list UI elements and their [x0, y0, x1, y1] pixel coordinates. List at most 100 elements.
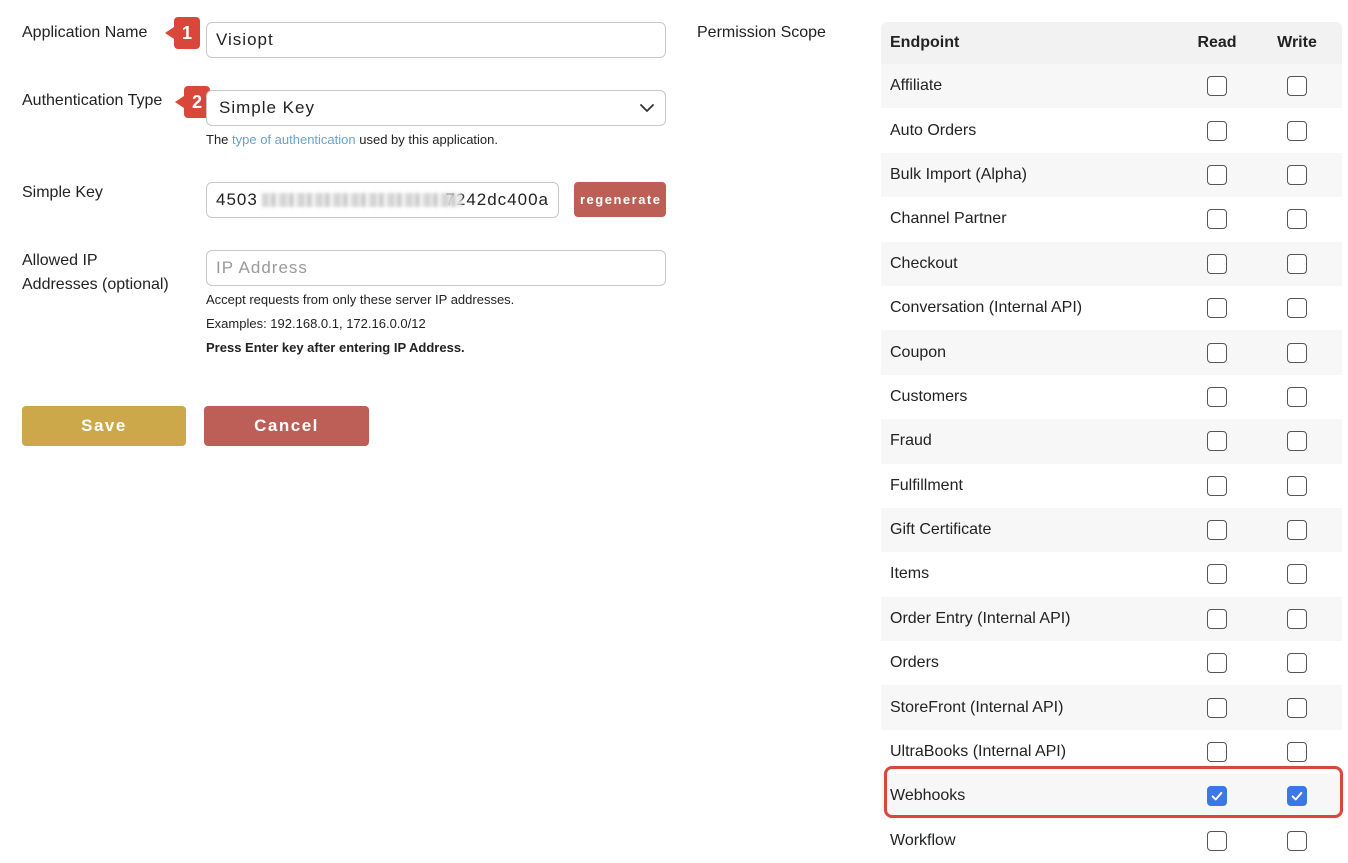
- write-checkbox[interactable]: [1287, 342, 1307, 363]
- header-endpoint: Endpoint: [890, 34, 960, 51]
- read-checkbox[interactable]: [1207, 564, 1227, 585]
- write-cell: [1257, 120, 1337, 141]
- write-checkbox[interactable]: [1287, 431, 1307, 452]
- auth-type-value: Simple Key: [219, 98, 315, 117]
- write-checkbox[interactable]: [1287, 830, 1307, 851]
- simple-key-prefix: 4503: [216, 190, 258, 209]
- read-cell: [1177, 209, 1257, 230]
- write-cell: [1257, 742, 1337, 763]
- endpoint-name: Affiliate: [890, 77, 943, 95]
- endpoint-name: Conversation (Internal API): [890, 299, 1083, 317]
- endpoint-name: Customers: [890, 387, 968, 405]
- endpoint-name: UltraBooks (Internal API): [890, 743, 1067, 761]
- regenerate-button[interactable]: regenerate: [574, 182, 666, 217]
- annotation-badge-1: 1: [165, 17, 200, 49]
- permission-scope-label: Permission Scope: [697, 24, 826, 41]
- read-checkbox[interactable]: [1207, 742, 1227, 763]
- read-cell: [1177, 786, 1257, 807]
- write-checkbox[interactable]: [1287, 120, 1307, 141]
- read-cell: [1177, 386, 1257, 407]
- read-checkbox[interactable]: [1207, 209, 1227, 230]
- write-cell: [1257, 298, 1337, 319]
- write-checkbox[interactable]: [1287, 786, 1307, 807]
- write-checkbox[interactable]: [1287, 253, 1307, 274]
- table-row: Order Entry (Internal API): [881, 596, 1342, 642]
- read-checkbox[interactable]: [1207, 76, 1227, 97]
- endpoint-name: Checkout: [890, 254, 958, 272]
- read-checkbox[interactable]: [1207, 120, 1227, 141]
- endpoint-name: Gift Certificate: [890, 521, 992, 539]
- header-write: Write: [1277, 34, 1317, 51]
- read-checkbox[interactable]: [1207, 608, 1227, 629]
- write-checkbox[interactable]: [1287, 564, 1307, 585]
- read-cell: [1177, 120, 1257, 141]
- auth-help-prefix: The: [206, 132, 229, 147]
- write-cell: [1257, 386, 1337, 407]
- read-checkbox[interactable]: [1207, 830, 1227, 851]
- chevron-down-icon: [640, 104, 654, 112]
- table-row: Auto Orders: [881, 108, 1342, 153]
- simple-key-input[interactable]: 4503 7242dc400a: [206, 182, 559, 218]
- table-row: Items: [881, 552, 1342, 597]
- write-checkbox[interactable]: [1287, 608, 1307, 629]
- write-checkbox[interactable]: [1287, 164, 1307, 185]
- table-row: Customers: [881, 374, 1342, 420]
- read-cell: [1177, 76, 1257, 97]
- allowed-ip-label: Allowed IP Addresses (optional): [22, 249, 169, 297]
- write-checkbox[interactable]: [1287, 520, 1307, 541]
- read-checkbox[interactable]: [1207, 786, 1227, 807]
- auth-type-select[interactable]: Simple Key: [206, 90, 666, 126]
- read-checkbox[interactable]: [1207, 164, 1227, 185]
- table-row: Orders: [881, 641, 1342, 686]
- simple-key-redacted: [258, 193, 462, 207]
- read-cell: [1177, 342, 1257, 363]
- write-cell: [1257, 653, 1337, 674]
- read-cell: [1177, 298, 1257, 319]
- endpoint-name: Channel Partner: [890, 210, 1007, 228]
- write-checkbox[interactable]: [1287, 697, 1307, 718]
- write-cell: [1257, 475, 1337, 496]
- auth-help-suffix: used by this application.: [359, 132, 499, 147]
- read-checkbox[interactable]: [1207, 298, 1227, 319]
- write-cell: [1257, 697, 1337, 718]
- save-button[interactable]: Save: [22, 406, 186, 446]
- ip-help-1: Accept requests from only these server I…: [206, 292, 515, 307]
- read-checkbox[interactable]: [1207, 520, 1227, 541]
- write-cell: [1257, 76, 1337, 97]
- write-checkbox[interactable]: [1287, 209, 1307, 230]
- read-checkbox[interactable]: [1207, 342, 1227, 363]
- table-row: Bulk Import (Alpha): [881, 152, 1342, 198]
- write-checkbox[interactable]: [1287, 475, 1307, 496]
- read-checkbox[interactable]: [1207, 475, 1227, 496]
- write-checkbox[interactable]: [1287, 298, 1307, 319]
- write-checkbox[interactable]: [1287, 76, 1307, 97]
- endpoint-name: Fraud: [890, 432, 932, 450]
- auth-type-help: The type of authentication used by this …: [206, 128, 498, 152]
- read-cell: [1177, 697, 1257, 718]
- permission-table: Endpoint Read Write Affiliate Auto Orders…: [881, 22, 1342, 863]
- read-checkbox[interactable]: [1207, 653, 1227, 674]
- table-row: Webhooks: [881, 774, 1342, 819]
- read-checkbox[interactable]: [1207, 431, 1227, 452]
- write-checkbox[interactable]: [1287, 742, 1307, 763]
- permission-table-header: Endpoint Read Write: [881, 22, 1342, 64]
- write-checkbox[interactable]: [1287, 653, 1307, 674]
- read-checkbox[interactable]: [1207, 253, 1227, 274]
- auth-type-help-link[interactable]: type of authentication: [232, 132, 356, 147]
- table-row: Fulfillment: [881, 463, 1342, 508]
- endpoint-name: Orders: [890, 654, 939, 672]
- read-checkbox[interactable]: [1207, 697, 1227, 718]
- table-row: Coupon: [881, 330, 1342, 375]
- write-cell: [1257, 608, 1337, 629]
- permission-table-body: Affiliate Auto Orders Bulk Import (Alpha) C…: [881, 64, 1342, 863]
- app-name-input[interactable]: [206, 22, 666, 58]
- write-checkbox[interactable]: [1287, 386, 1307, 407]
- read-checkbox[interactable]: [1207, 386, 1227, 407]
- ip-address-input[interactable]: [206, 250, 666, 286]
- table-row: Fraud: [881, 419, 1342, 464]
- auth-type-label: Authentication Type: [22, 92, 163, 109]
- read-cell: [1177, 653, 1257, 674]
- read-cell: [1177, 608, 1257, 629]
- endpoint-name: Order Entry (Internal API): [890, 609, 1071, 627]
- cancel-button[interactable]: Cancel: [204, 406, 369, 446]
